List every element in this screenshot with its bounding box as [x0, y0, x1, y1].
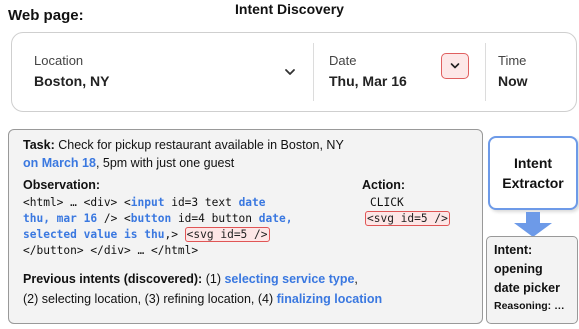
intent-extractor-box: Intent Extractor: [488, 136, 578, 210]
intent-item: selecting service type: [224, 272, 355, 286]
extractor-label-2: Extractor: [502, 175, 564, 191]
task-line-1: Task: Check for pickup restaurant availa…: [23, 138, 344, 152]
location-label: Location: [34, 53, 84, 68]
code-keyword: date,: [258, 212, 293, 225]
intent-number: (1): [205, 272, 221, 286]
code-text: ,>: [164, 228, 185, 241]
chevron-down-icon[interactable]: [448, 59, 462, 73]
date-chevron-highlight[interactable]: [441, 53, 469, 79]
code-keyword: thu, mar 16: [23, 212, 98, 225]
intent-items: (2) selecting location, (3) refining loc…: [23, 292, 274, 306]
task-panel: Task: Check for pickup restaurant availa…: [8, 129, 483, 324]
task-date: on March 18: [23, 156, 96, 170]
time-value[interactable]: Now: [498, 73, 528, 89]
intent-value-line-2: date picker: [494, 281, 561, 295]
previous-intents-label: Previous intents (discovered):: [23, 272, 203, 286]
previous-intents-line-1: Previous intents (discovered): (1) selec…: [23, 272, 358, 286]
reservation-widget: Location Boston, NY Date Thu, Mar 16 Tim…: [11, 32, 577, 112]
extractor-label-1: Intent: [513, 155, 553, 171]
task-label: Task:: [23, 138, 55, 152]
code-keyword: input: [130, 196, 165, 209]
action-verb: CLICK: [370, 196, 404, 209]
date-label: Date: [329, 53, 357, 68]
action-target: <svg id=5 />: [365, 211, 450, 226]
task-text-2: , 5pm with just one guest: [95, 156, 235, 170]
diagram-title: Intent Discovery: [235, 1, 344, 17]
intent-item: finalizing location: [276, 292, 383, 306]
intent-value-line-1: opening: [494, 262, 543, 276]
code-keyword: button: [130, 212, 172, 225]
intent-output-box: Intent: opening date picker Reasoning: …: [486, 236, 578, 324]
code-text: id=3 text: [164, 196, 239, 209]
divider: [485, 43, 486, 101]
observation-line-1: <html> … <div> <input id=3 text date: [23, 196, 266, 209]
code-keyword: selected value is thu: [23, 228, 165, 241]
chevron-down-icon[interactable]: [281, 63, 299, 81]
observation-label: Observation:: [23, 178, 101, 192]
observation-line-4: </button> </div> … </html>: [23, 244, 199, 257]
observation-line-2: thu, mar 16 /> <button id=4 button date,: [23, 212, 292, 225]
previous-intents-line-2: (2) selecting location, (3) refining loc…: [23, 292, 382, 306]
action-target-highlight: <svg id=5 />: [365, 211, 450, 226]
intent-label: Intent:: [494, 243, 533, 257]
intent-punct: ,: [354, 272, 358, 286]
reasoning-label: Reasoning: …: [494, 300, 565, 312]
divider: [313, 43, 314, 101]
observation-line-3: selected value is thu,> <svg id=5 />: [23, 227, 270, 242]
task-text: Check for pickup restaurant available in…: [58, 138, 344, 152]
location-value[interactable]: Boston, NY: [34, 73, 109, 89]
code-keyword: date: [238, 196, 266, 209]
time-label: Time: [498, 53, 527, 68]
action-label: Action:: [362, 178, 406, 192]
task-line-2: on March 18, 5pm with just one guest: [23, 156, 234, 170]
code-text: id=4 button: [171, 212, 259, 225]
code-text: /> <: [97, 212, 131, 225]
date-value[interactable]: Thu, Mar 16: [329, 73, 407, 89]
svg-element-highlight: <svg id=5 />: [184, 227, 270, 242]
code-text: <html> … <div> <: [23, 196, 131, 209]
